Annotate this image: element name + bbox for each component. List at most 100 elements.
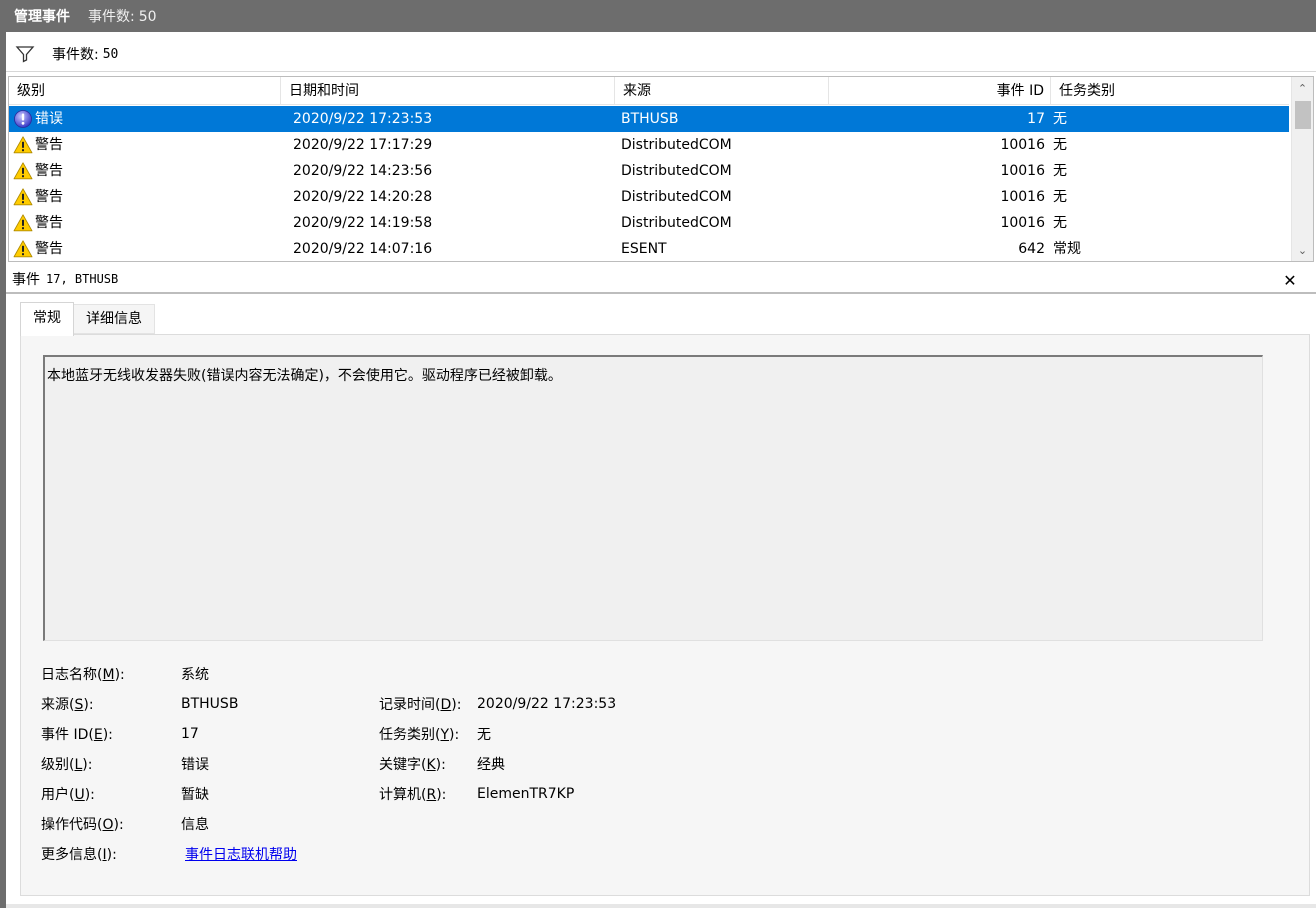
user-label: 用户(U): bbox=[41, 784, 181, 804]
cell-event-id: 642 bbox=[1018, 241, 1045, 257]
scroll-up-icon[interactable]: ⌃ bbox=[1292, 77, 1313, 99]
column-header-level[interactable]: 级别 bbox=[9, 77, 281, 105]
column-header-task[interactable]: 任务类别 bbox=[1051, 77, 1289, 105]
level-text: 警告 bbox=[35, 137, 63, 153]
cell-task: 无 bbox=[1053, 111, 1067, 127]
detail-header-label: 事件 bbox=[12, 272, 40, 288]
source-paren: ): bbox=[83, 697, 94, 713]
computer-paren: ): bbox=[436, 787, 447, 803]
keywords-label-text: 关键字( bbox=[379, 757, 427, 773]
cell-task: 无 bbox=[1053, 163, 1067, 179]
cell-level: 错误 bbox=[9, 106, 281, 132]
table-row[interactable]: 警告 2020/9/22 14:20:28 DistributedCOM 10016 无 bbox=[9, 184, 1289, 210]
warning-icon bbox=[13, 161, 33, 181]
filter-icon[interactable] bbox=[14, 43, 36, 65]
detail-header-id: 17, BTHUSB bbox=[46, 272, 119, 286]
task-paren: ): bbox=[449, 727, 460, 743]
log-name-paren: ): bbox=[114, 667, 125, 683]
column-header-event-id[interactable]: 事件 ID bbox=[829, 77, 1051, 105]
event-rows: 错误 2020/9/22 17:23:53 BTHUSB 17 无警告 2020/9/22… bbox=[9, 106, 1289, 261]
level-label-text: 级别( bbox=[41, 757, 75, 773]
user-value: 暂缺 bbox=[181, 787, 209, 803]
cell-level: 警告 bbox=[9, 158, 281, 184]
opcode-paren: ): bbox=[113, 817, 124, 833]
cell-task: 无 bbox=[1053, 215, 1067, 231]
opcode-value: 信息 bbox=[181, 817, 209, 833]
event-list-header: 级别 日期和时间 来源 事件 ID 任务类别 bbox=[9, 77, 1289, 105]
task-key: Y bbox=[440, 727, 450, 743]
prop-row-level: 级别(L): 错误 关键字(K): 经典 bbox=[41, 749, 1281, 779]
cell-task: 无 bbox=[1053, 137, 1067, 153]
keywords-value: 经典 bbox=[477, 757, 505, 773]
prop-row-log-name: 日志名称(M): 系统 bbox=[41, 659, 1281, 689]
cell-datetime: 2020/9/22 14:23:56 bbox=[293, 163, 433, 179]
tab-general[interactable]: 常规 bbox=[20, 302, 74, 336]
column-header-datetime[interactable]: 日期和时间 bbox=[281, 77, 615, 105]
computer-label-text: 计算机( bbox=[379, 787, 427, 803]
computer-label: 计算机(R): bbox=[379, 784, 477, 804]
cell-source: BTHUSB bbox=[621, 111, 679, 127]
level-text: 警告 bbox=[35, 215, 63, 231]
warning-icon bbox=[13, 213, 33, 233]
cell-datetime: 2020/9/22 14:20:28 bbox=[293, 189, 433, 205]
level-text: 错误 bbox=[35, 111, 63, 127]
cell-source: DistributedCOM bbox=[621, 137, 732, 153]
cell-event-id: 10016 bbox=[1000, 163, 1045, 179]
cell-source: ESENT bbox=[621, 241, 667, 257]
prop-row-event-id: 事件 ID(E): 17 任务类别(Y): 无 bbox=[41, 719, 1281, 749]
online-help-link[interactable]: 事件日志联机帮助 bbox=[181, 844, 297, 864]
prop-row-user: 用户(U): 暂缺 计算机(R): ElemenTR7KP bbox=[41, 779, 1281, 809]
table-row[interactable]: 警告 2020/9/22 14:07:16 ESENT 642 常规 bbox=[9, 236, 1289, 261]
user-paren: ): bbox=[84, 787, 95, 803]
cell-level: 警告 bbox=[9, 236, 281, 261]
keywords-label: 关键字(K): bbox=[379, 754, 477, 774]
table-row[interactable]: 错误 2020/9/22 17:23:53 BTHUSB 17 无 bbox=[9, 106, 1289, 132]
scroll-down-icon[interactable]: ⌄ bbox=[1292, 239, 1313, 261]
title-main: 管理事件 bbox=[14, 9, 70, 25]
cell-event-id: 10016 bbox=[1000, 215, 1045, 231]
cell-level: 警告 bbox=[9, 210, 281, 236]
table-row[interactable]: 警告 2020/9/22 14:19:58 DistributedCOM 10016 无 bbox=[9, 210, 1289, 236]
event-properties: 日志名称(M): 系统 来源(S): BTHUSB 记录时间(D): 2020/… bbox=[41, 659, 1281, 869]
task-label: 任务类别(Y): bbox=[379, 724, 477, 744]
event-list-scrollbar[interactable]: ⌃ ⌄ bbox=[1291, 77, 1313, 261]
cell-source: DistributedCOM bbox=[621, 189, 732, 205]
source-value: BTHUSB bbox=[181, 696, 239, 712]
table-row[interactable]: 警告 2020/9/22 17:17:29 DistributedCOM 10016 无 bbox=[9, 132, 1289, 158]
title-count-label: 事件数: bbox=[88, 9, 135, 25]
scroll-thumb[interactable] bbox=[1295, 101, 1311, 129]
more-info-label: 更多信息(I): bbox=[41, 844, 181, 864]
cell-datetime: 2020/9/22 17:23:53 bbox=[293, 111, 433, 127]
warning-icon bbox=[13, 239, 33, 259]
event-id-label-text: 事件 ID( bbox=[41, 727, 94, 743]
cell-level: 警告 bbox=[9, 184, 281, 210]
cell-source: DistributedCOM bbox=[621, 215, 732, 231]
event-list[interactable]: 级别 日期和时间 来源 事件 ID 任务类别 错误 2020/9/22 17:23… bbox=[8, 76, 1314, 262]
title-count-value: 50 bbox=[138, 9, 157, 25]
logged-paren: ): bbox=[451, 697, 462, 713]
opcode-key: O bbox=[102, 817, 114, 833]
cell-task: 无 bbox=[1053, 189, 1067, 205]
more-info-label-text: 更多信息( bbox=[41, 847, 103, 863]
computer-value: ElemenTR7KP bbox=[477, 786, 575, 802]
level-paren: ): bbox=[82, 757, 93, 773]
warning-icon bbox=[13, 135, 33, 155]
event-description[interactable]: 本地蓝牙无线收发器失败(错误内容无法确定)，不会使用它。驱动程序已经被卸载。 bbox=[43, 355, 1263, 641]
log-name-label-text: 日志名称( bbox=[41, 667, 103, 683]
column-header-source[interactable]: 来源 bbox=[615, 77, 829, 105]
level-value: 错误 bbox=[181, 757, 209, 773]
cell-task: 常规 bbox=[1053, 241, 1081, 257]
log-name-key: M bbox=[102, 667, 115, 683]
prop-row-opcode: 操作代码(O): 信息 bbox=[41, 809, 1281, 839]
event-id-key: E bbox=[93, 727, 103, 743]
close-icon[interactable]: ✕ bbox=[1280, 270, 1300, 290]
cell-event-id: 10016 bbox=[1000, 189, 1045, 205]
logged-label: 记录时间(D): bbox=[379, 694, 477, 714]
cell-event-id: 10016 bbox=[1000, 137, 1045, 153]
logged-key: D bbox=[440, 697, 452, 713]
cell-source: DistributedCOM bbox=[621, 163, 732, 179]
error-icon bbox=[13, 109, 33, 129]
tab-details[interactable]: 详细信息 bbox=[74, 304, 155, 334]
table-row[interactable]: 警告 2020/9/22 14:23:56 DistributedCOM 10016 无 bbox=[9, 158, 1289, 184]
source-label-text: 来源( bbox=[41, 697, 75, 713]
